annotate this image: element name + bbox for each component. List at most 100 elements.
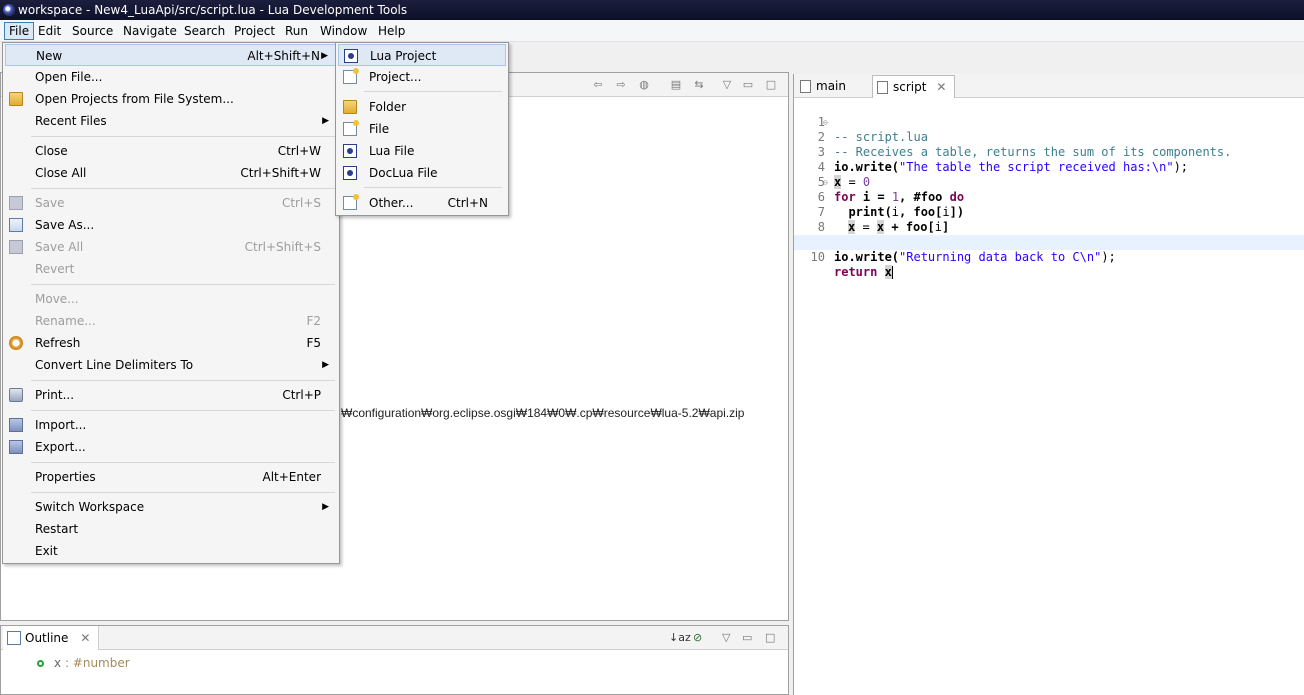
folder-icon xyxy=(9,92,23,106)
menu-item-properties[interactable]: Properties Alt+Enter xyxy=(5,466,337,488)
submenu-item-lua-file[interactable]: Lua File xyxy=(338,140,506,162)
menu-file[interactable]: File xyxy=(4,22,35,40)
menu-window[interactable]: Window xyxy=(316,22,371,40)
outline-item-type: : #number xyxy=(64,656,130,670)
submenu-item-label: DocLua File xyxy=(369,166,438,180)
tab-main-label: main xyxy=(816,79,846,93)
menu-item-close-all[interactable]: Close All Ctrl+Shift+W xyxy=(5,162,337,184)
code-token: ); xyxy=(1101,250,1116,264)
outline-header: Outline ✕ ↓az ⊘ ▽ ▭ □ xyxy=(1,626,788,650)
menu-item-close[interactable]: Close Ctrl+W xyxy=(5,140,337,162)
maximize-icon[interactable]: □ xyxy=(764,79,778,91)
menu-item-rename[interactable]: Rename... F2 xyxy=(5,310,337,332)
outline-view: Outline ✕ ↓az ⊘ ▽ ▭ □ x : #number xyxy=(0,625,789,695)
hide-fields-icon[interactable]: ⊘ xyxy=(693,631,702,644)
code-token: "Returning data back to C\n" xyxy=(899,250,1102,264)
link-editor-icon[interactable]: ⇆ xyxy=(692,79,706,91)
submenu-item-project[interactable]: Project... xyxy=(338,66,506,88)
code-line: 9 io.write("Returning data back to C\n")… xyxy=(794,220,1304,264)
doclua-file-icon xyxy=(343,166,357,180)
menu-item-shortcut: Ctrl+P xyxy=(282,388,321,402)
outline-item[interactable]: x : #number xyxy=(37,656,130,670)
menu-item-label: Print... xyxy=(35,388,75,402)
outline-tab[interactable]: Outline ✕ xyxy=(3,626,100,650)
menu-item-print[interactable]: Print... Ctrl+P xyxy=(5,384,337,406)
code-line: 8 end xyxy=(794,205,1304,249)
window-title-bar: workspace - New4_LuaApi/src/script.lua -… xyxy=(0,0,1304,20)
submenu-item-label: Other... xyxy=(369,196,414,210)
submenu-arrow-icon: ▶ xyxy=(322,116,329,126)
minimize-icon[interactable]: ▭ xyxy=(742,631,752,644)
code-line: 2 -- Receives a table, returns the sum o… xyxy=(794,115,1304,159)
menu-item-convert-line-delimiters[interactable]: Convert Line Delimiters To ▶ xyxy=(5,354,337,376)
folder-icon xyxy=(343,100,357,114)
menu-source[interactable]: Source xyxy=(68,22,117,40)
menu-item-move[interactable]: Move... xyxy=(5,288,337,310)
menu-item-save[interactable]: Save Ctrl+S xyxy=(5,192,337,214)
menu-separator xyxy=(31,410,335,411)
back-arrow-icon[interactable]: ⇦ xyxy=(591,79,605,91)
submenu-item-doclua-file[interactable]: DocLua File xyxy=(338,162,506,184)
submenu-item-folder[interactable]: Folder xyxy=(338,96,506,118)
menu-separator xyxy=(364,91,502,92)
menu-item-export[interactable]: Export... xyxy=(5,436,337,458)
forward-arrow-icon[interactable]: ⇨ xyxy=(614,79,628,91)
new-project-icon xyxy=(343,68,359,84)
menu-search[interactable]: Search xyxy=(180,22,229,40)
maximize-icon[interactable]: □ xyxy=(765,631,775,644)
minimize-icon[interactable]: ▭ xyxy=(741,79,755,91)
menu-project[interactable]: Project xyxy=(230,22,279,40)
menu-help[interactable]: Help xyxy=(374,22,409,40)
code-line: 3 io.write("The table the script receive… xyxy=(794,130,1304,174)
submenu-arrow-icon: ▶ xyxy=(322,502,329,512)
menu-item-switch-workspace[interactable]: Switch Workspace ▶ xyxy=(5,496,337,518)
code-line: 7 x = x + foo[i] xyxy=(794,190,1304,234)
submenu-item-other[interactable]: Other... Ctrl+N xyxy=(338,192,506,214)
menu-item-restart[interactable]: Restart xyxy=(5,518,337,540)
menu-item-new[interactable]: New Alt+Shift+N ▶ xyxy=(5,44,337,66)
globe-icon[interactable]: ◍ xyxy=(637,79,651,91)
menu-separator xyxy=(364,187,502,188)
menu-item-shortcut: Ctrl+W xyxy=(277,144,321,158)
submenu-item-file[interactable]: File xyxy=(338,118,506,140)
menu-edit[interactable]: Edit xyxy=(34,22,65,40)
lua-file-icon xyxy=(877,81,888,94)
view-menu-icon[interactable]: ▽ xyxy=(720,79,734,91)
view-menu-icon[interactable]: ▽ xyxy=(722,631,730,644)
menu-item-shortcut: Ctrl+S xyxy=(281,196,321,210)
menu-navigate[interactable]: Navigate xyxy=(119,22,181,40)
menu-item-open-file[interactable]: Open File... xyxy=(5,66,337,88)
menu-item-revert[interactable]: Revert xyxy=(5,258,337,280)
menu-item-open-projects[interactable]: Open Projects from File System... xyxy=(5,88,337,110)
menu-item-exit[interactable]: Exit xyxy=(5,540,337,562)
sort-az-icon[interactable]: ↓az xyxy=(669,631,691,644)
refresh-icon xyxy=(9,336,23,350)
menu-run[interactable]: Run xyxy=(281,22,312,40)
menu-separator xyxy=(31,136,335,137)
tab-main[interactable]: main xyxy=(796,75,870,98)
submenu-item-lua-project[interactable]: Lua Project xyxy=(338,44,506,66)
menu-item-import[interactable]: Import... xyxy=(5,414,337,436)
submenu-item-label: Lua Project xyxy=(370,49,437,63)
submenu-item-label: File xyxy=(369,122,390,136)
eclipse-app-icon xyxy=(3,4,15,16)
menu-item-label: Open File... xyxy=(35,70,103,84)
outline-item-name: x xyxy=(54,656,62,670)
save-all-icon xyxy=(9,240,23,254)
menu-separator xyxy=(31,380,335,381)
code-line: 4 x = 0 xyxy=(794,145,1304,189)
menu-item-save-all[interactable]: Save All Ctrl+Shift+S xyxy=(5,236,337,258)
code-token: io.write( xyxy=(834,250,900,264)
collapse-all-icon[interactable]: ▤ xyxy=(669,79,683,91)
menu-item-recent-files[interactable]: Recent Files ▶ xyxy=(5,110,337,132)
tab-script[interactable]: script ✕ xyxy=(872,75,956,99)
menu-item-save-as[interactable]: Save As... xyxy=(5,214,337,236)
submenu-item-label: Lua File xyxy=(369,144,415,158)
close-icon[interactable]: ✕ xyxy=(80,626,90,650)
code-token: return xyxy=(834,265,878,279)
menu-separator xyxy=(31,188,335,189)
menu-item-refresh[interactable]: Refresh F5 xyxy=(5,332,337,354)
close-icon[interactable]: ✕ xyxy=(936,76,946,99)
menu-item-label: Save xyxy=(35,196,65,210)
import-icon xyxy=(9,418,23,432)
